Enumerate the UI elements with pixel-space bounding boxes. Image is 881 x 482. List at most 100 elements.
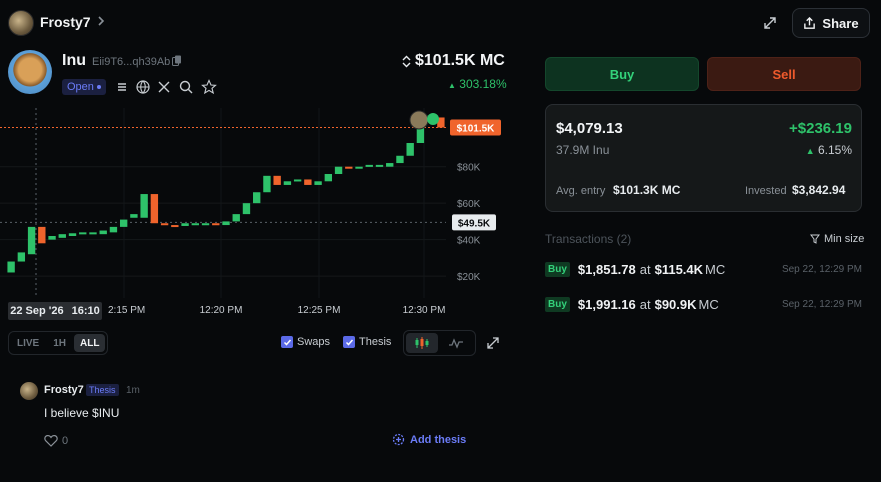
tx-mc: $115.4K [654,261,704,277]
fullscreen-icon[interactable] [486,336,500,350]
candle [48,236,56,240]
token-name: Inu [62,52,86,69]
tx-amount: $1,991.16 [577,296,636,312]
menu-icon[interactable] [114,79,130,95]
copy-icon[interactable] [172,55,182,67]
market-cap-change: ▲ 303.18% [448,77,507,91]
x-twitter-icon[interactable] [156,79,172,95]
candle [27,226,36,255]
candle-chart-button[interactable] [406,333,438,353]
line-chart-button[interactable] [440,333,472,353]
tx-date: Sep 22, 12:29 PM [781,263,862,275]
candle [17,252,26,262]
candle [283,181,292,185]
token-avatar [8,50,52,94]
heart-icon[interactable] [44,434,58,447]
avg-entry-value: $101.3K MC [613,183,681,197]
candle [232,214,240,222]
time-range-selector: LIVE 1H ALL [8,331,108,355]
candle [345,166,353,169]
expand-icon[interactable] [760,13,780,33]
filter-icon [810,234,820,244]
status-badge: Open [62,79,106,95]
thesis-username[interactable]: Frosty7 [44,384,84,396]
tx-date: Sep 22, 12:29 PM [781,298,862,310]
candle [386,163,394,167]
transaction-row[interactable]: Buy $1,851.78 at $115.4K MC Sep 22, 12:2… [545,259,862,279]
transaction-row[interactable]: Buy $1,991.16 at $90.9K MC Sep 22, 12:29… [545,294,862,314]
candle [396,155,404,164]
trade-marker-buy [427,113,439,125]
thesis-checkbox[interactable]: Thesis [343,336,391,348]
candle [406,143,414,156]
avg-entry-label: Avg. entry [556,185,606,197]
thesis-text: I believe $INU [44,406,120,420]
tx-at: at [639,296,651,312]
thesis-avatar[interactable] [20,382,38,400]
add-thesis-icon [392,433,405,446]
price-chart[interactable]: $80K $60K $40K $20K 12:20 PM 12:25 PM 12:30 PM… [0,108,510,323]
candle [273,175,281,185]
invested-label: Invested [745,185,787,197]
candle [201,223,210,226]
candle [171,225,179,228]
share-label: Share [822,15,859,31]
x-tick-label: 12:30 PM [403,305,446,316]
tx-mc: $90.9K [654,296,697,312]
position-pnl: +$236.19 [789,120,852,137]
y-tick-label: $60K [457,199,481,210]
like-count: 0 [62,435,69,447]
add-thesis-button[interactable]: Add thesis [392,433,466,446]
candle [89,232,97,235]
candle [58,234,66,238]
transactions-title: Transactions (2) [545,232,632,246]
position-pnl-percent: ▲ 6.15% [805,143,852,157]
thesis-time: 1m [126,385,140,396]
position-amount: 37.9M Inu [556,143,610,157]
candle [263,175,271,193]
range-live-button[interactable]: LIVE [11,334,45,352]
buy-button[interactable]: Buy [545,57,699,91]
candle [212,223,220,226]
candle [304,179,312,185]
search-icon[interactable] [178,79,194,95]
candle [324,174,333,182]
x-tick-label: 12:20 PM [200,305,243,316]
chevron-right-icon[interactable] [94,14,108,28]
thesis-tag: Thesis [86,384,119,396]
min-size-filter[interactable]: Min size [810,233,864,245]
candlestick-icon [415,337,429,349]
candle [314,181,322,185]
candle [79,232,87,235]
candle [160,223,169,226]
swaps-checkbox[interactable]: Swaps [281,336,330,348]
sort-icon[interactable] [402,55,411,68]
crosshair-date: 22 Sep '26 16:10 [8,302,102,320]
range-1h-button[interactable]: 1H [47,334,72,352]
globe-icon[interactable] [135,79,151,95]
y-tick-label: $80K [457,163,481,174]
sell-button[interactable]: Sell [707,57,861,91]
share-button[interactable]: Share [792,8,870,38]
candle [7,261,15,273]
candle [242,203,251,215]
tx-amount: $1,851.78 [577,261,636,277]
tx-type-badge: Buy [545,261,570,277]
tx-type-badge: Buy [545,296,570,312]
candle [119,219,128,227]
user-avatar[interactable] [8,10,34,36]
x-tick-label: 12:25 PM [298,305,341,316]
y-tick-label: $20K [457,272,481,283]
star-icon[interactable] [201,79,217,95]
username[interactable]: Frosty7 [40,14,91,30]
candle [355,166,363,169]
position-value: $4,079.13 [556,120,623,137]
invested-value: $3,842.94 [792,183,846,197]
candle [181,223,189,226]
range-all-button[interactable]: ALL [74,334,106,352]
token-address: Eii9T6...qh39Ab [92,56,171,68]
candle [334,166,343,174]
trade-marker-avatar [409,110,429,130]
y-tick-label: $40K [457,236,481,247]
line-chart-icon [449,338,463,349]
